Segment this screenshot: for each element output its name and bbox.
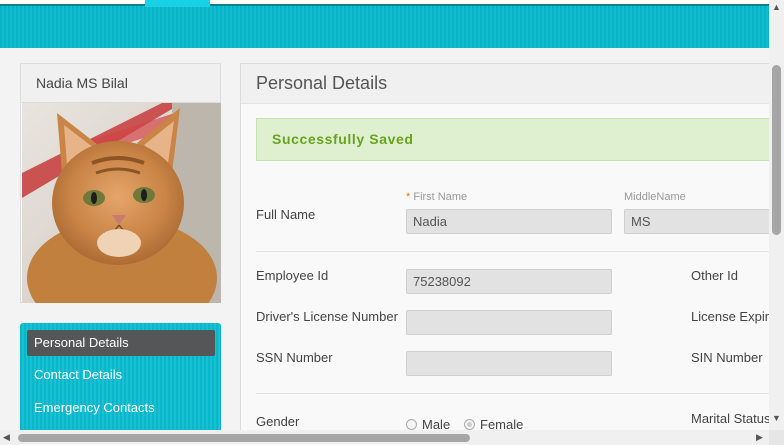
scroll-right-arrow-icon[interactable]: ▶ [756, 432, 763, 443]
profile-photo[interactable] [22, 103, 221, 303]
required-mark: * [406, 191, 411, 203]
drivers-license-input[interactable] [406, 310, 612, 335]
top-header-bar [0, 0, 769, 48]
scrollbar-corner [769, 430, 784, 445]
scroll-down-arrow-icon[interactable]: ▼ [772, 413, 781, 423]
first-name-label: * First Name [406, 191, 467, 203]
menu-item-personal-details[interactable]: Personal Details [27, 330, 215, 356]
drivers-license-label: Driver's License Number [256, 309, 398, 324]
menu-item-contact-details[interactable]: Contact Details [27, 362, 215, 388]
personal-details-panel: Personal Details Successfully Saved Full… [240, 63, 771, 445]
horizontal-scroll-thumb[interactable] [18, 434, 470, 442]
sin-label: SIN Number [691, 350, 763, 365]
license-expiry-label: License Expir [691, 309, 770, 324]
employee-id-input[interactable]: 75238092 [406, 269, 612, 294]
vertical-scroll-thumb[interactable] [772, 65, 781, 235]
side-menu: Personal Details Contact Details Emergen… [20, 323, 221, 443]
profile-name: Nadia MS Bilal [21, 64, 220, 103]
scroll-left-arrow-icon[interactable]: ◀ [3, 432, 10, 443]
first-name-label-text: First Name [413, 191, 468, 203]
gender-female-radio[interactable] [464, 419, 475, 430]
first-name-input[interactable]: Nadia [406, 209, 612, 234]
section-divider [256, 251, 770, 252]
profile-card: Nadia MS Bilal [20, 63, 221, 303]
gender-male-radio[interactable] [406, 419, 417, 430]
horizontal-scrollbar[interactable]: ◀ ▶ [0, 430, 784, 445]
gender-label: Gender [256, 414, 300, 429]
other-id-label: Other Id [691, 268, 738, 283]
ssn-input[interactable] [406, 351, 612, 376]
header-white-strip [0, 0, 769, 4]
success-message: Successfully Saved [256, 118, 770, 161]
ssn-label: SSN Number [256, 350, 333, 365]
middle-name-label: MiddleName [624, 191, 686, 203]
scroll-up-arrow-icon[interactable]: ▲ [772, 2, 781, 12]
active-tab-indicator[interactable] [145, 0, 210, 7]
panel-title: Personal Details [241, 64, 769, 104]
middle-name-input[interactable]: MS [624, 209, 770, 234]
full-name-label: Full Name [256, 207, 316, 222]
menu-item-emergency-contacts[interactable]: Emergency Contacts [27, 395, 215, 421]
section-divider [256, 393, 770, 394]
marital-status-label: Marital Status [691, 411, 771, 426]
employee-id-label: Employee Id [256, 268, 329, 283]
vertical-scrollbar[interactable]: ▲ ▼ [769, 0, 784, 430]
